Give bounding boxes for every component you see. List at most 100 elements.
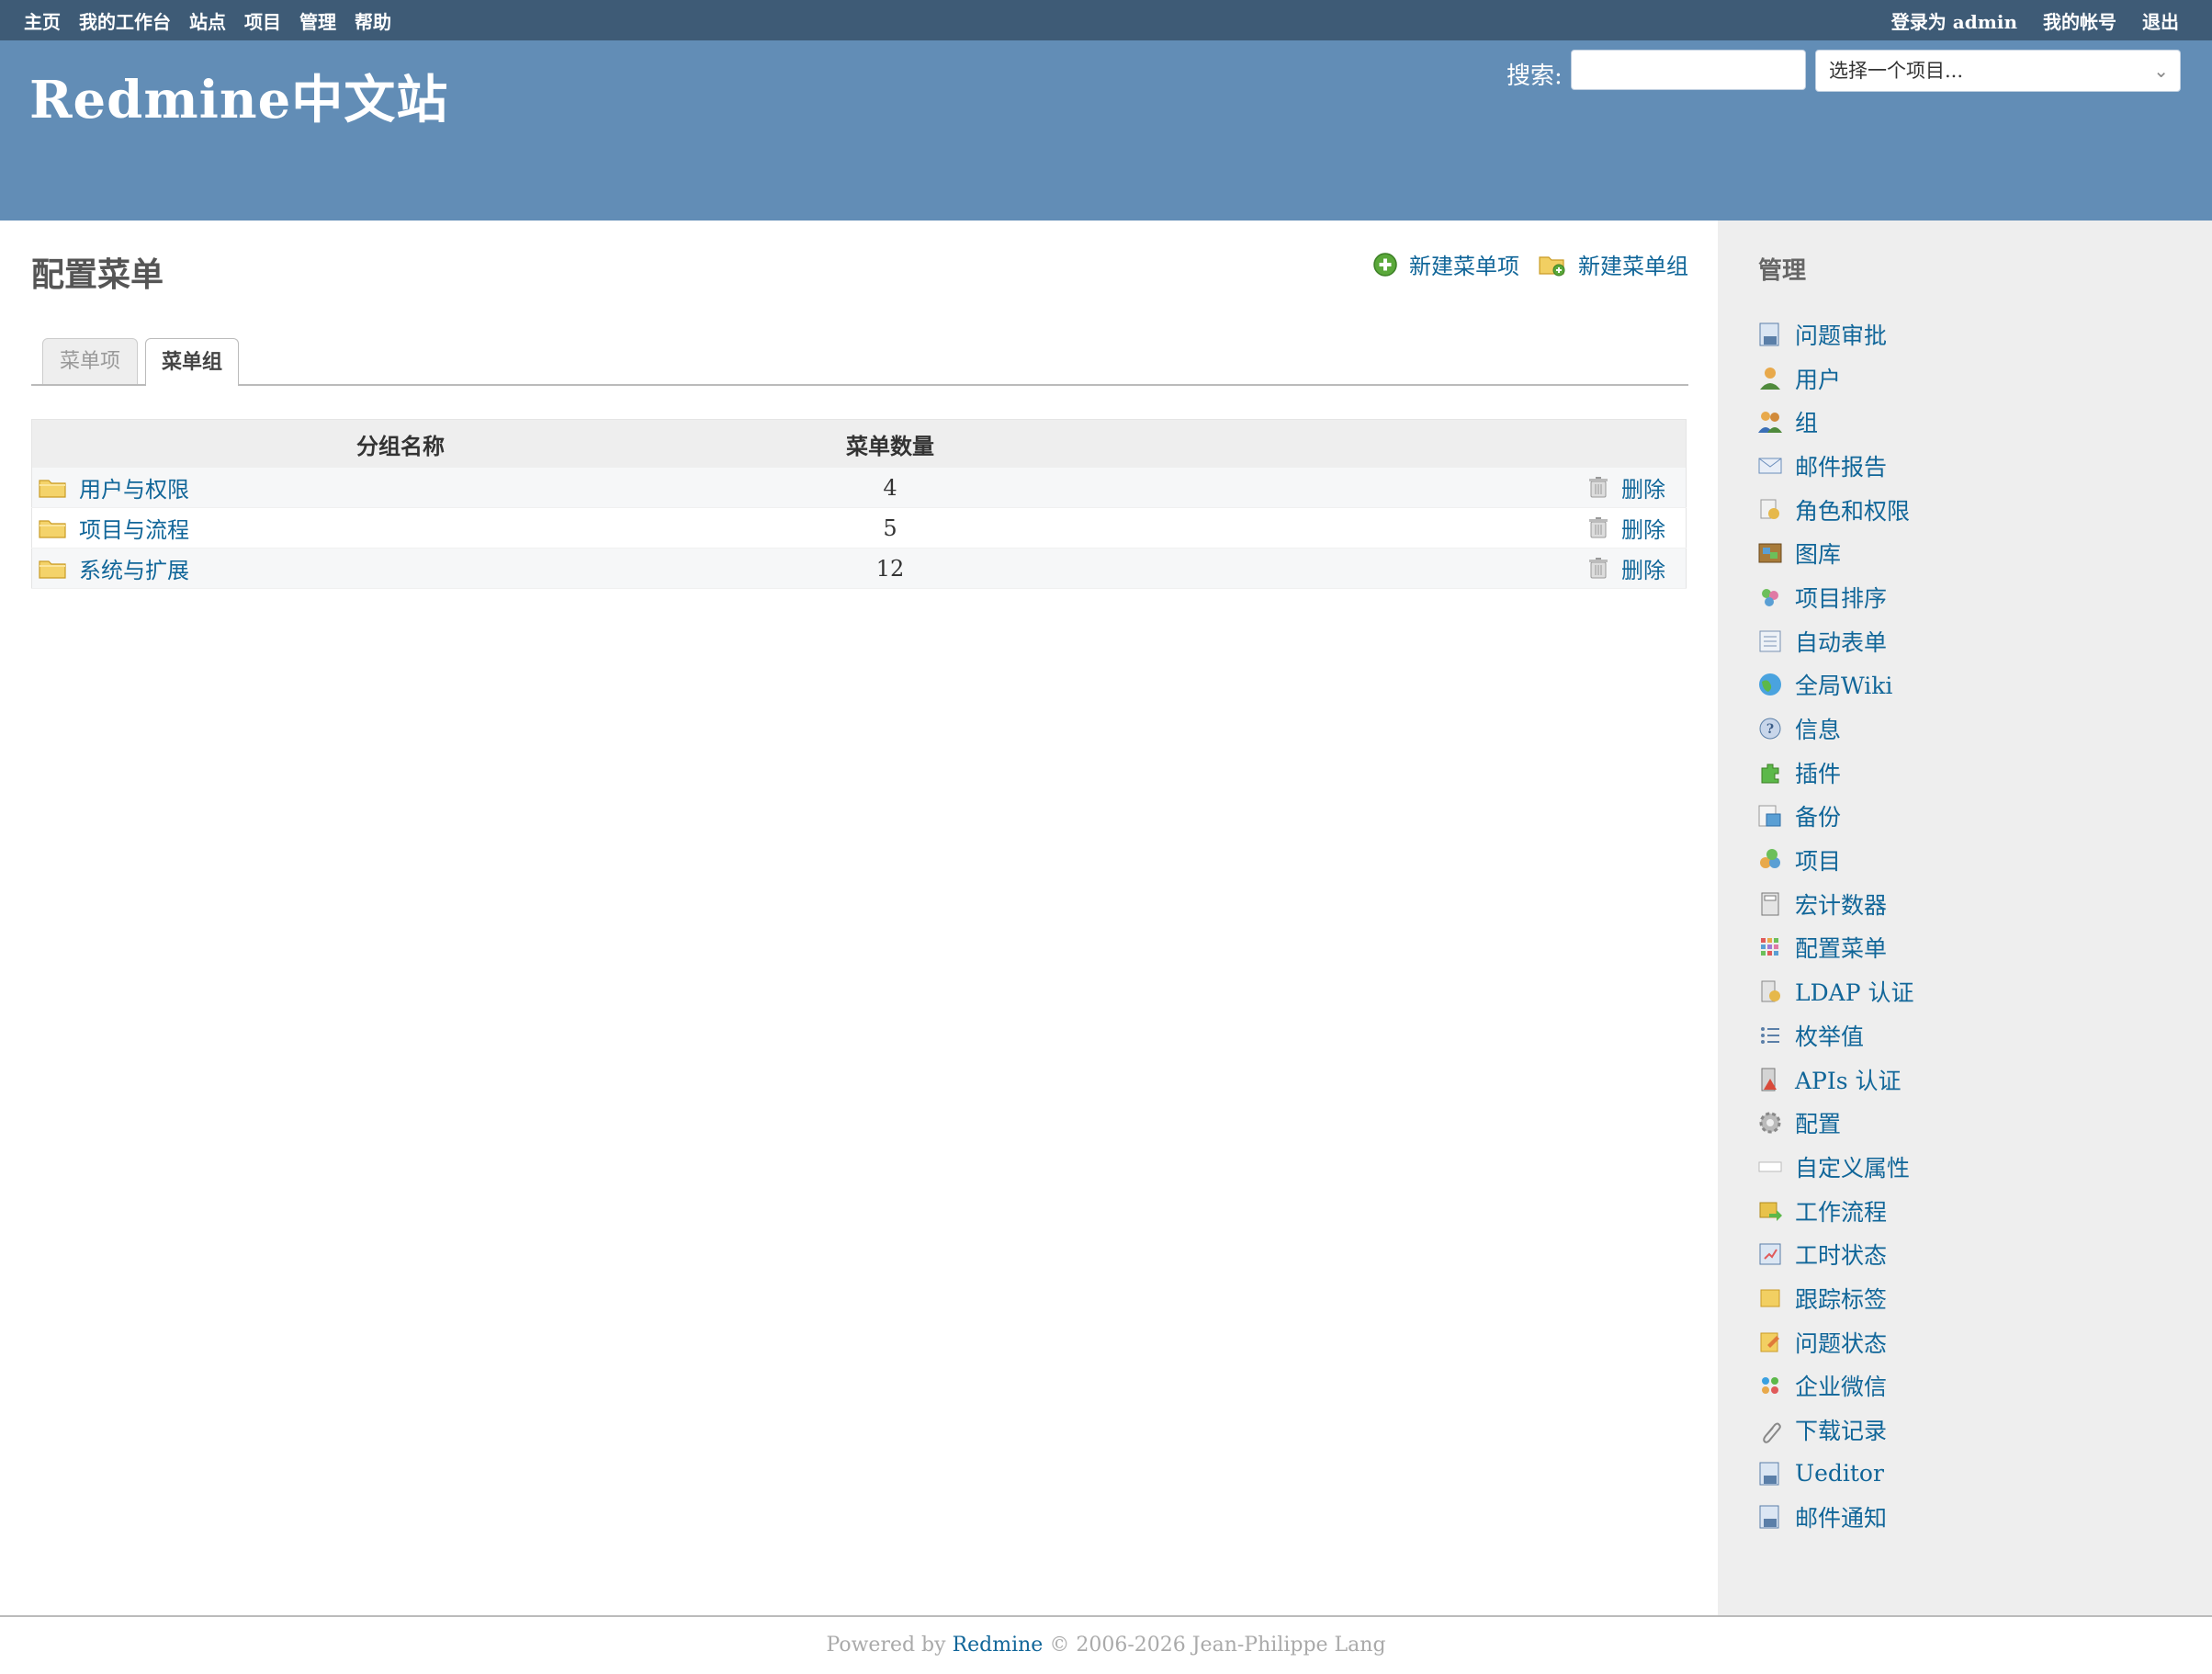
approval-icon: [1759, 322, 1779, 346]
menu-config-icon: [1761, 938, 1778, 956]
sidebar-item[interactable]: 问题状态: [1756, 1320, 1913, 1364]
wechat-icon: [1762, 1377, 1778, 1395]
sidebar-item[interactable]: 邮件通知: [1756, 1496, 1913, 1540]
sidebar-item[interactable]: 跟踪标签: [1756, 1276, 1913, 1320]
sidebar-item[interactable]: 配置菜单: [1756, 926, 1913, 970]
sidebar-item-label[interactable]: 自动表单: [1795, 625, 1887, 658]
folder-icon: [39, 479, 66, 498]
roles-icon: [1760, 499, 1779, 519]
sidebar-item[interactable]: 问题审批: [1756, 312, 1913, 356]
sidebar-item[interactable]: 组: [1756, 400, 1913, 444]
table-row: 系统与扩展 12 删除: [31, 548, 1687, 589]
sidebar-item-label[interactable]: 企业微信: [1795, 1369, 1887, 1402]
sidebar-item[interactable]: 配置: [1756, 1101, 1913, 1145]
issue-status-icon: [1760, 1332, 1779, 1352]
logged-as: 登录为 admin: [1891, 7, 2017, 34]
sidebar-item-label[interactable]: 备份: [1795, 799, 1841, 832]
sidebar-item-label[interactable]: 信息: [1795, 712, 1841, 745]
delete-button[interactable]: 删除: [1588, 552, 1665, 584]
new-menu-item-button[interactable]: 新建菜单项: [1372, 248, 1519, 280]
time-status-icon: [1759, 1243, 1781, 1265]
sidebar-item-label[interactable]: APIs 认证: [1795, 1063, 1902, 1096]
my-account-link[interactable]: 我的帐号: [2043, 7, 2116, 34]
sidebar-item-label[interactable]: 自定义属性: [1795, 1150, 1910, 1183]
top-menu-projects[interactable]: 项目: [244, 7, 281, 34]
sidebar-item-label[interactable]: 配置菜单: [1795, 931, 1887, 964]
logout-link[interactable]: 退出: [2142, 7, 2179, 34]
site-title[interactable]: Redmine中文站: [29, 59, 448, 133]
sidebar-item[interactable]: 用户: [1756, 356, 1913, 401]
logged-user[interactable]: admin: [1953, 11, 2017, 33]
sidebar-item-label[interactable]: 角色和权限: [1795, 493, 1910, 526]
sidebar-item-label[interactable]: 配置: [1795, 1106, 1841, 1139]
sidebar-item-label[interactable]: 图库: [1795, 537, 1841, 570]
sidebar-item[interactable]: APIs 认证: [1756, 1058, 1913, 1102]
menu-count: 12: [769, 548, 1011, 589]
group-link[interactable]: 系统与扩展: [79, 552, 189, 584]
column-menu-count[interactable]: 菜单数量: [769, 419, 1011, 468]
workflow-icon: [1759, 1202, 1782, 1221]
top-menu: 主页 我的工作台 站点 项目 管理 帮助 登录为 admin 我的帐号 退出: [0, 0, 2212, 40]
group-link[interactable]: 用户与权限: [79, 471, 189, 503]
delete-button[interactable]: 删除: [1588, 512, 1665, 544]
copyright-text: © 2006-2026 Jean-Philippe Lang: [1049, 1634, 1386, 1657]
sidebar-item[interactable]: 图库: [1756, 531, 1913, 575]
sidebar-item[interactable]: 角色和权限: [1756, 488, 1913, 532]
sidebar-item-label[interactable]: 插件: [1795, 756, 1841, 789]
tab-menu-groups[interactable]: 菜单组: [145, 338, 239, 386]
contextual-actions: 新建菜单项 新建菜单组: [1354, 248, 1688, 280]
top-menu-sites[interactable]: 站点: [189, 7, 226, 34]
group-link[interactable]: 项目与流程: [79, 512, 189, 544]
column-group-name[interactable]: 分组名称: [31, 419, 769, 468]
sidebar-item-label[interactable]: 项目: [1795, 843, 1841, 877]
list-icon: [1761, 1026, 1779, 1044]
sidebar-item[interactable]: 工时状态: [1756, 1232, 1913, 1276]
top-menu-home[interactable]: 主页: [24, 7, 61, 34]
plugin-icon: [1761, 763, 1779, 784]
sidebar-item-label[interactable]: 跟踪标签: [1795, 1282, 1887, 1315]
sidebar-item[interactable]: Ueditor: [1756, 1452, 1913, 1496]
tab-menu-items[interactable]: 菜单项: [42, 338, 138, 384]
sidebar-item[interactable]: 自动表单: [1756, 619, 1913, 663]
sidebar-item[interactable]: 工作流程: [1756, 1189, 1913, 1233]
top-menu-my-page[interactable]: 我的工作台: [79, 7, 171, 34]
sidebar-item[interactable]: 自定义属性: [1756, 1145, 1913, 1189]
sidebar-item-label[interactable]: 问题状态: [1795, 1326, 1887, 1359]
gear-icon: [1759, 1112, 1781, 1134]
sidebar-item-label[interactable]: 枚举值: [1795, 1019, 1864, 1052]
sidebar-item[interactable]: 插件: [1756, 751, 1913, 795]
sidebar-item[interactable]: ? 信息: [1756, 707, 1913, 751]
sidebar-item[interactable]: 邮件报告: [1756, 444, 1913, 488]
project-select[interactable]: 选择一个项目... ⌄: [1815, 50, 2181, 92]
sidebar-item-label[interactable]: 下载记录: [1795, 1413, 1887, 1446]
sidebar-item-label[interactable]: 工作流程: [1795, 1194, 1887, 1227]
sidebar-item[interactable]: LDAP 认证: [1756, 969, 1913, 1013]
sidebar-item[interactable]: 企业微信: [1756, 1364, 1913, 1408]
header: Redmine中文站 搜索: 选择一个项目... ⌄: [0, 40, 2212, 221]
sidebar-item-label[interactable]: Ueditor: [1795, 1460, 1884, 1487]
delete-button[interactable]: 删除: [1588, 471, 1665, 503]
sidebar-item[interactable]: 下载记录: [1756, 1408, 1913, 1452]
sidebar-item-label[interactable]: 项目排序: [1795, 581, 1887, 614]
sidebar-item-label[interactable]: 组: [1795, 405, 1818, 438]
sidebar-item-label[interactable]: 邮件报告: [1795, 449, 1887, 482]
sidebar-item-label[interactable]: 问题审批: [1795, 318, 1887, 351]
redmine-link[interactable]: Redmine: [953, 1634, 1044, 1657]
sidebar-item-label[interactable]: 宏计数器: [1795, 888, 1887, 921]
search-input[interactable]: [1571, 50, 1806, 90]
sidebar-item-label[interactable]: 用户: [1795, 362, 1841, 395]
sidebar-item[interactable]: 项目: [1756, 838, 1913, 882]
sidebar-item[interactable]: 全局Wiki: [1756, 663, 1913, 707]
new-menu-group-button[interactable]: 新建菜单组: [1538, 248, 1688, 280]
sidebar-item[interactable]: 备份: [1756, 795, 1913, 839]
sidebar-item-label[interactable]: LDAP 认证: [1795, 975, 1913, 1008]
sidebar-item-label[interactable]: 邮件通知: [1795, 1500, 1887, 1533]
top-menu-help[interactable]: 帮助: [355, 7, 391, 34]
menu-groups-table: 分组名称 菜单数量 用户与权限 4 删除 项目与流程 5 删除 系统与扩展 12…: [31, 419, 1687, 589]
sidebar-item[interactable]: 项目排序: [1756, 575, 1913, 619]
sidebar-item-label[interactable]: 全局Wiki: [1795, 668, 1892, 701]
sidebar-item[interactable]: 枚举值: [1756, 1013, 1913, 1058]
sidebar-item-label[interactable]: 工时状态: [1795, 1238, 1887, 1271]
sidebar-item[interactable]: 宏计数器: [1756, 882, 1913, 926]
top-menu-admin[interactable]: 管理: [299, 7, 336, 34]
